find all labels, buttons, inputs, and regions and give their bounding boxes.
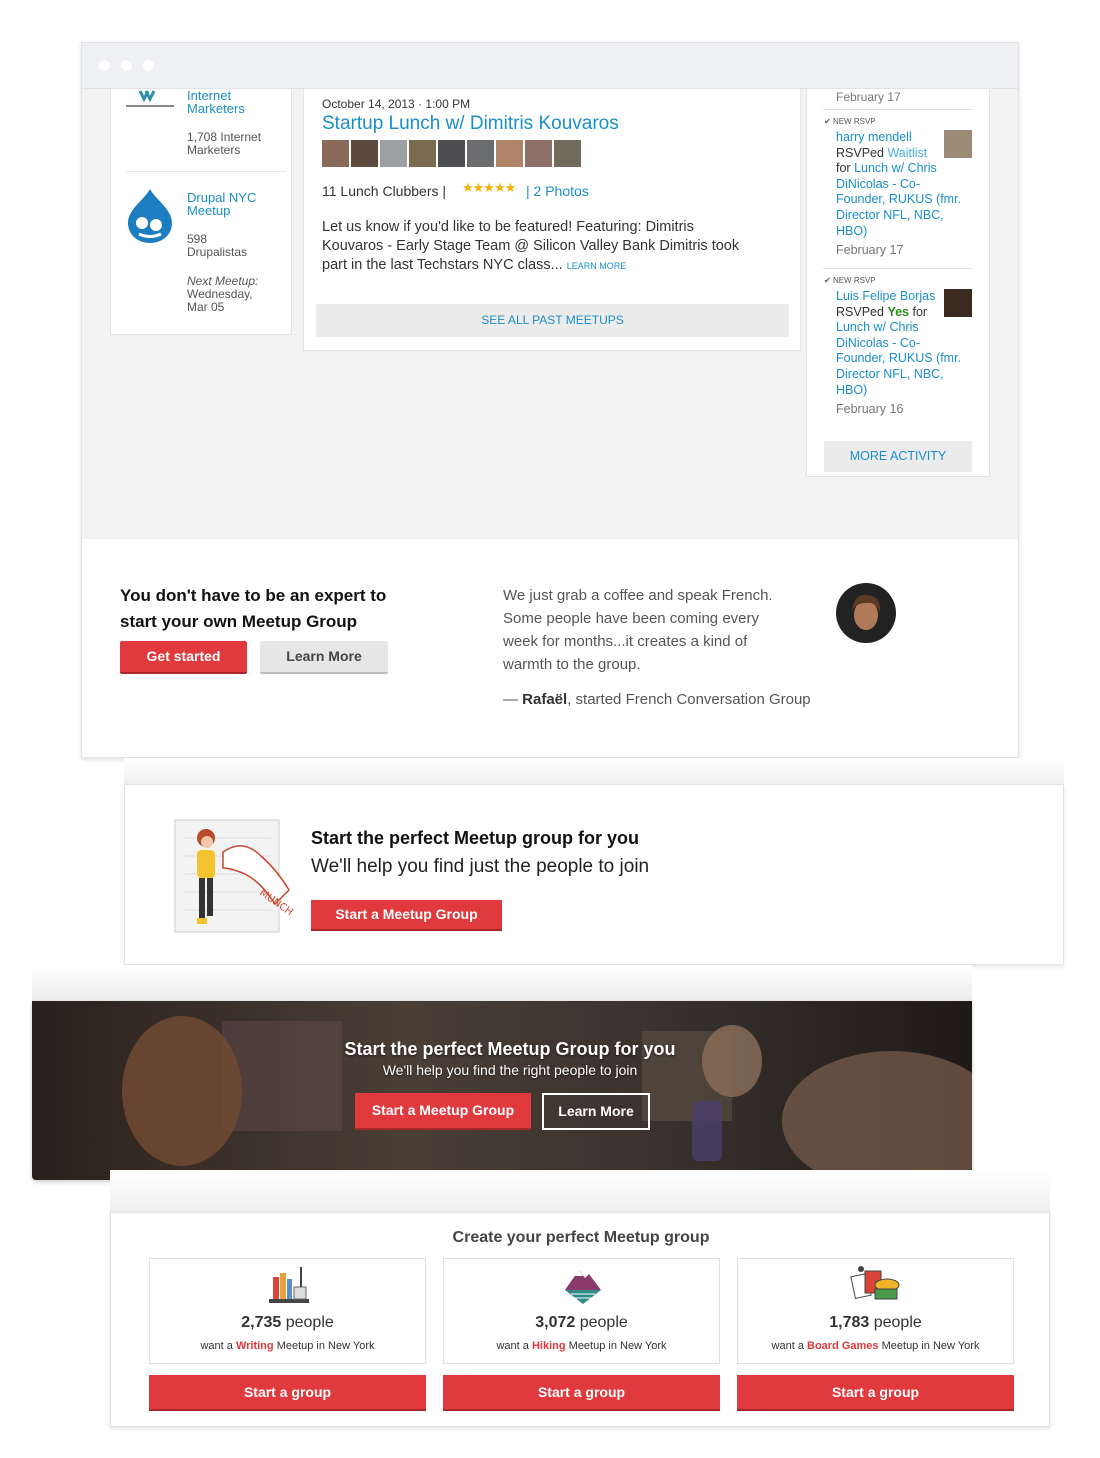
banner-subtitle: We'll help you find the right people to … [382, 1062, 638, 1078]
start-a-group-button[interactable]: Start a group [737, 1375, 1014, 1411]
internet-marketers-logo[interactable] [126, 89, 174, 111]
start-a-group-button[interactable]: Start a group [443, 1375, 720, 1411]
activity-date: February 17 [836, 243, 904, 258]
waitlist-status: Waitlist [887, 145, 928, 160]
group-name-internet-marketers[interactable]: Internet Marketers [187, 89, 245, 115]
avatar[interactable] [525, 140, 552, 167]
activity-date: February 17 [836, 90, 901, 104]
illustration-woman-sign: MUNCH [173, 816, 299, 942]
topic-card-board-games[interactable]: 1,783 people want a Board Games Meetup i… [737, 1258, 1014, 1364]
cta-heading: You don't have to be an expert to start … [120, 586, 387, 631]
groups-sidebar: Internet Marketers 1,708 Internet Market… [110, 89, 292, 335]
start-group-banner-photo: Start the perfect Meetup Group for you W… [32, 1001, 972, 1180]
attendee-count: 11 Lunch Clubbers | [322, 183, 447, 199]
avatar[interactable] [322, 140, 349, 167]
avatar[interactable] [409, 140, 436, 167]
next-meetup-info: Next Meetup: Wednesday, Mar 05 [187, 274, 259, 314]
see-all-past-meetups-button[interactable]: SEE ALL PAST MEETUPS [316, 304, 789, 337]
topic-description: want a Writing Meetup in New York [200, 1340, 375, 1352]
avatar[interactable] [467, 140, 494, 167]
past-meetup-card: October 14, 2013 · 1:00 PM Startup Lunch… [303, 89, 801, 351]
interested-count: 3,072 people [535, 1314, 628, 1331]
divider [823, 268, 973, 269]
window-header-strip [110, 1170, 1050, 1212]
testimonial-quote: We just grab a coffee and speak French. … [503, 587, 773, 673]
interested-count: 2,735 people [241, 1314, 334, 1331]
banner-title: Start the perfect Meetup Group for you [344, 1039, 676, 1059]
topic-card-writing[interactable]: 2,735 people want a Writing Meetup in Ne… [149, 1258, 426, 1364]
window-header-strip [124, 758, 1064, 784]
topic-description: want a Board Games Meetup in New York [771, 1340, 980, 1352]
start-a-group-button[interactable]: Start a group [149, 1375, 426, 1411]
banner-subtitle: We'll help you find just the people to j… [311, 856, 650, 877]
group-members-count: 598 Drupalistas [187, 232, 248, 259]
activity-feed: February 17 ✔ NEW RSVP harry mendell RSV… [806, 89, 990, 477]
avatar[interactable] [496, 140, 523, 167]
books-icon [267, 1265, 311, 1305]
learn-more-button[interactable]: Learn More [260, 641, 388, 674]
activity-item: harry mendell RSVPed Waitlist for Lunch … [836, 130, 966, 259]
event-description: Let us know if you'd like to be featured… [322, 219, 740, 273]
board-games-icon [849, 1265, 901, 1305]
banner-title: Start the perfect Meetup group for you [311, 828, 640, 848]
start-group-cta-section: You don't have to be an expert to start … [82, 539, 1018, 757]
group-name-drupal-nyc[interactable]: Drupal NYC Meetup [187, 191, 256, 217]
avatar[interactable] [554, 140, 581, 167]
new-rsvp-tag: ✔ NEW RSVP [824, 276, 876, 285]
start-meetup-group-button[interactable]: Start a Meetup Group [311, 900, 502, 931]
more-activity-button[interactable]: MORE ACTIVITY [824, 441, 972, 472]
divider [126, 171, 286, 172]
event-title[interactable]: Startup Lunch w/ Dimitris Kouvaros [322, 113, 619, 135]
rating-stars-icon: ★★★★★ [462, 180, 516, 195]
avatar[interactable] [351, 140, 378, 167]
new-rsvp-tag: ✔ NEW RSVP [824, 117, 876, 126]
topic-card-hiking[interactable]: 3,072 people want a Hiking Meetup in New… [443, 1258, 720, 1364]
browser-window-event-page: Internet Marketers 1,708 Internet Market… [81, 42, 1019, 758]
yes-status: Yes [887, 304, 909, 319]
background-photo [32, 1001, 972, 1180]
photos-link[interactable]: | 2 Photos [526, 183, 589, 199]
section-title: Create your perfect Meetup group [452, 1229, 710, 1246]
topic-description: want a Hiking Meetup in New York [496, 1340, 667, 1352]
drupal-logo[interactable] [125, 187, 175, 245]
start-meetup-group-button[interactable]: Start a Meetup Group [355, 1093, 531, 1130]
group-members-count: 1,708 Internet Marketers [187, 130, 262, 157]
start-group-banner-illustrated: MUNCH Start the perfect Meetup group for… [124, 784, 1064, 965]
avatar[interactable] [438, 140, 465, 167]
interested-count: 1,783 people [829, 1314, 922, 1331]
check-icon: ✔ [824, 117, 831, 126]
activity-item: Luis Felipe Borjas RSVPed Yes for Lunch … [836, 289, 966, 418]
window-close-dot[interactable] [99, 60, 110, 71]
member-name-link[interactable]: Luis Felipe Borjas [836, 289, 966, 305]
avatar[interactable] [380, 140, 407, 167]
mountain-icon [561, 1264, 605, 1306]
testimonial-avatar [836, 583, 896, 643]
learn-more-link[interactable]: LEARN MORE [567, 261, 627, 271]
window-maximize-dot[interactable] [143, 60, 154, 71]
member-name-link[interactable]: harry mendell [836, 130, 966, 146]
window-header-strip [32, 965, 972, 1001]
testimonial-author: — Rafaël, started French Conversation Gr… [503, 691, 811, 708]
activity-date: February 16 [836, 402, 904, 417]
attendee-avatars[interactable] [322, 140, 584, 167]
window-titlebar [82, 43, 1018, 89]
divider [823, 109, 973, 110]
get-started-button[interactable]: Get started [120, 641, 247, 674]
event-datetime: October 14, 2013 · 1:00 PM [322, 97, 471, 111]
create-group-topics-section: Create your perfect Meetup group 2,735 p… [110, 1212, 1050, 1427]
check-icon: ✔ [824, 276, 831, 285]
learn-more-button[interactable]: Learn More [542, 1093, 650, 1130]
window-minimize-dot[interactable] [121, 60, 132, 71]
